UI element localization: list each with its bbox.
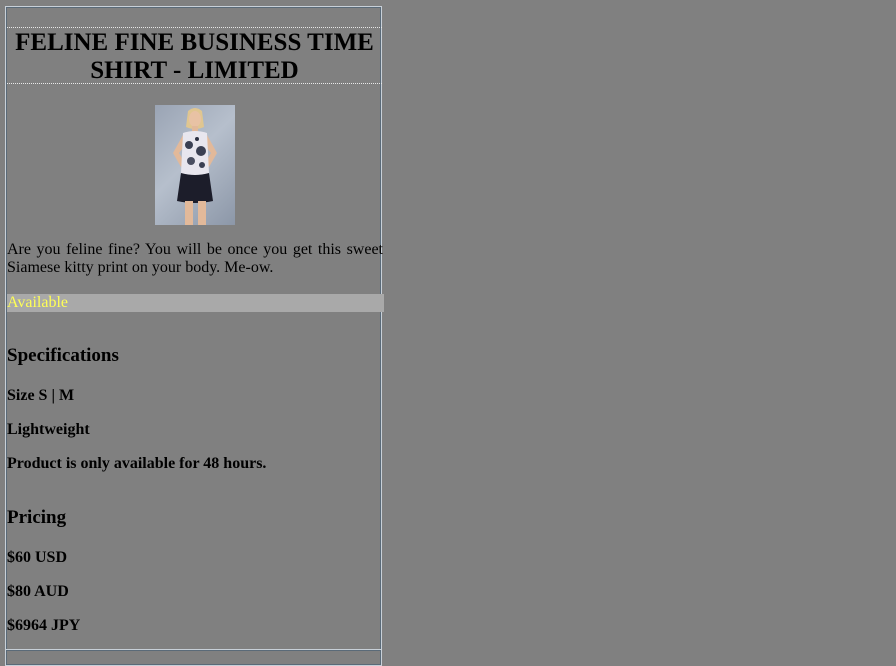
product-title: FELINE FINE BUSINESS TIME SHIRT - LIMITE…	[15, 29, 374, 84]
availability-status: Available	[7, 294, 384, 312]
product-panel: FELINE FINE BUSINESS TIME SHIRT - LIMITE…	[5, 6, 384, 666]
spec-availability-window: Product is only available for 48 hours.	[7, 455, 267, 472]
specifications-heading: Specifications	[7, 345, 119, 366]
price-aud: $80 AUD	[7, 583, 69, 600]
price-usd: $60 USD	[7, 549, 68, 566]
bottom-divider	[6, 649, 381, 651]
product-description: Are you feline fine? You will be once yo…	[7, 241, 383, 276]
price-jpy: $6964 JPY	[7, 617, 81, 634]
model-illustration	[173, 108, 217, 225]
title-box: FELINE FINE BUSINESS TIME SHIRT - LIMITE…	[7, 27, 382, 84]
spec-size: Size S | M	[7, 387, 75, 404]
spec-weight: Lightweight	[7, 421, 90, 438]
pricing-heading: Pricing	[7, 507, 67, 528]
product-image	[155, 105, 235, 225]
